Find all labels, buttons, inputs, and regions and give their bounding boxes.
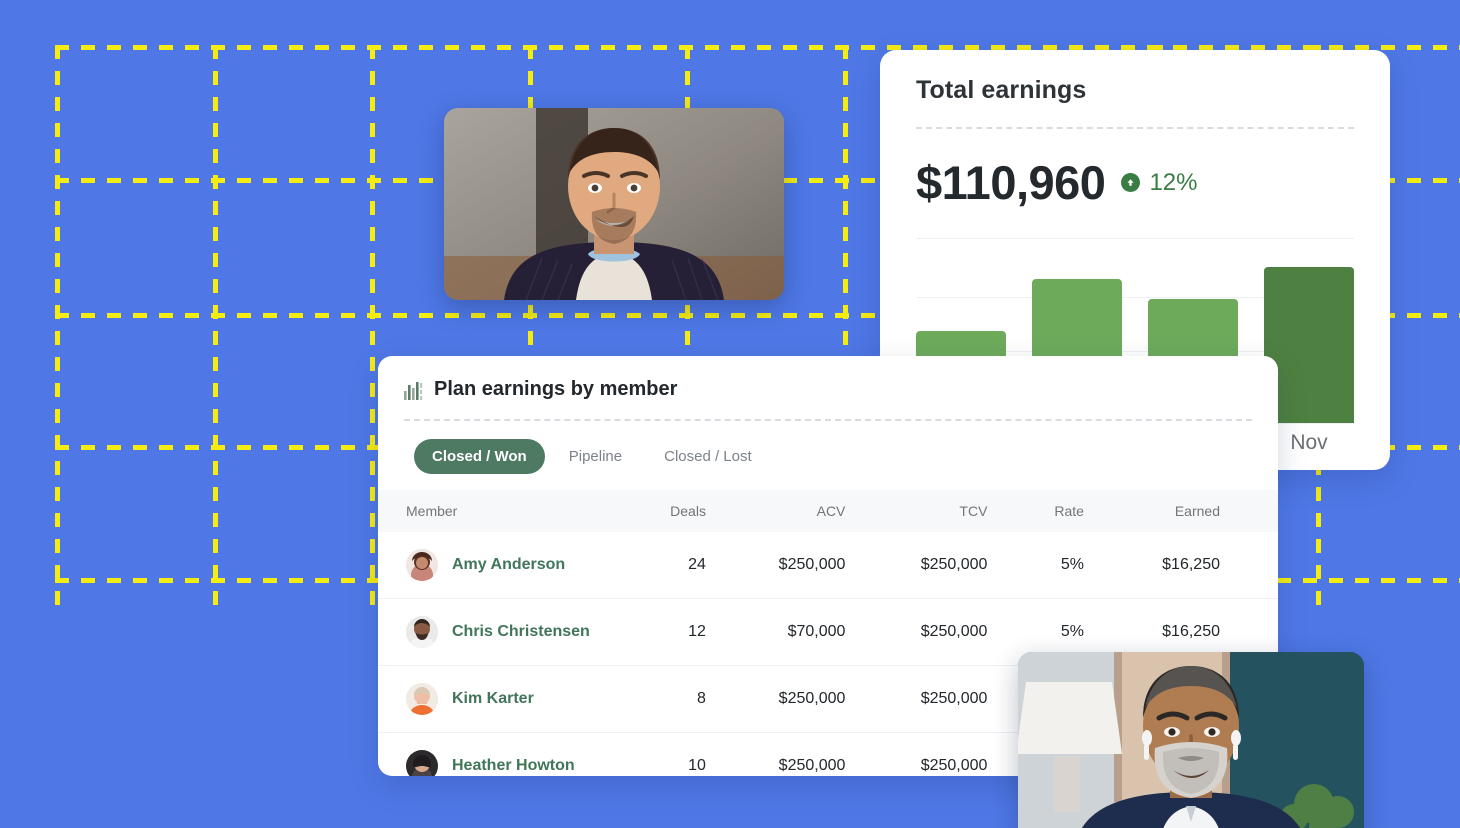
avatar [406, 750, 438, 776]
cell-tcv: $250,000 [889, 665, 1034, 733]
table-header: Member Deals ACV TCV Rate Earned [378, 490, 1278, 532]
member-name[interactable]: Amy Anderson [452, 556, 565, 574]
arrow-up-circle-icon [1121, 173, 1141, 192]
cell-tcv: $250,000 [889, 732, 1034, 776]
column-header-acv[interactable]: ACV [747, 490, 890, 532]
grid-line-vertical [213, 45, 218, 613]
table-row[interactable]: Amy Anderson 24 $250,000 $250,000 5% $16… [378, 532, 1278, 599]
avatar [406, 683, 438, 715]
plan-earnings-tabs: Closed / Won Pipeline Closed / Lost [404, 421, 1252, 490]
cell-member: Amy Anderson [378, 532, 649, 599]
total-earnings-value-row: $110,960 12% [916, 129, 1354, 238]
cell-member: Chris Christensen [378, 598, 649, 666]
cell-tcv: $250,000 [889, 598, 1034, 666]
avatar [406, 549, 438, 581]
cell-member: Heather Howton [378, 732, 649, 776]
participant-video-main[interactable] [444, 108, 784, 300]
plan-earnings-title-row: Plan earnings by member [404, 378, 1252, 419]
card-divider-solid [916, 238, 1354, 239]
grid-line-vertical [370, 45, 375, 613]
tab-pipeline[interactable]: Pipeline [551, 439, 640, 474]
cell-earned: $16,250 [1129, 532, 1278, 599]
total-earnings-amount: $110,960 [916, 156, 1106, 209]
tab-closed-won[interactable]: Closed / Won [414, 439, 545, 474]
cell-rate: 5% [1033, 532, 1130, 599]
cell-deals: 10 [648, 732, 748, 776]
total-earnings-delta: 12% [1121, 168, 1198, 197]
cell-acv: $250,000 [747, 665, 890, 733]
participant-video-pip[interactable] [1018, 652, 1364, 828]
cell-member: Kim Karter [378, 665, 649, 733]
column-header-earned[interactable]: Earned [1129, 490, 1278, 532]
cell-tcv: $250,000 [889, 532, 1034, 599]
column-header-rate[interactable]: Rate [1033, 490, 1130, 532]
grid-line-vertical [55, 45, 60, 613]
member-name[interactable]: Heather Howton [452, 757, 575, 775]
total-earnings-delta-value: 12% [1149, 168, 1198, 196]
column-header-tcv[interactable]: TCV [889, 490, 1034, 532]
cell-deals: 8 [648, 665, 748, 733]
plan-earnings-header: Plan earnings by member Closed / Won Pip… [378, 356, 1278, 490]
column-header-deals[interactable]: Deals [648, 490, 748, 532]
dashboard-scene: Total earnings $110,960 12% Nov Plan ear… [0, 0, 1460, 828]
cell-deals: 12 [648, 598, 748, 666]
bar-chart-icon [404, 380, 423, 400]
cell-acv: $250,000 [747, 532, 890, 599]
total-earnings-title: Total earnings [916, 76, 1087, 104]
cell-acv: $250,000 [747, 732, 890, 776]
member-name[interactable]: Kim Karter [452, 690, 534, 708]
cell-acv: $70,000 [747, 598, 890, 666]
table-header-row: Member Deals ACV TCV Rate Earned [378, 490, 1278, 532]
member-name[interactable]: Chris Christensen [452, 623, 590, 641]
plan-earnings-title: Plan earnings by member [434, 378, 678, 400]
column-header-member[interactable]: Member [378, 490, 649, 532]
cell-deals: 24 [648, 532, 748, 599]
avatar [406, 616, 438, 648]
tab-closed-lost[interactable]: Closed / Lost [646, 439, 770, 474]
